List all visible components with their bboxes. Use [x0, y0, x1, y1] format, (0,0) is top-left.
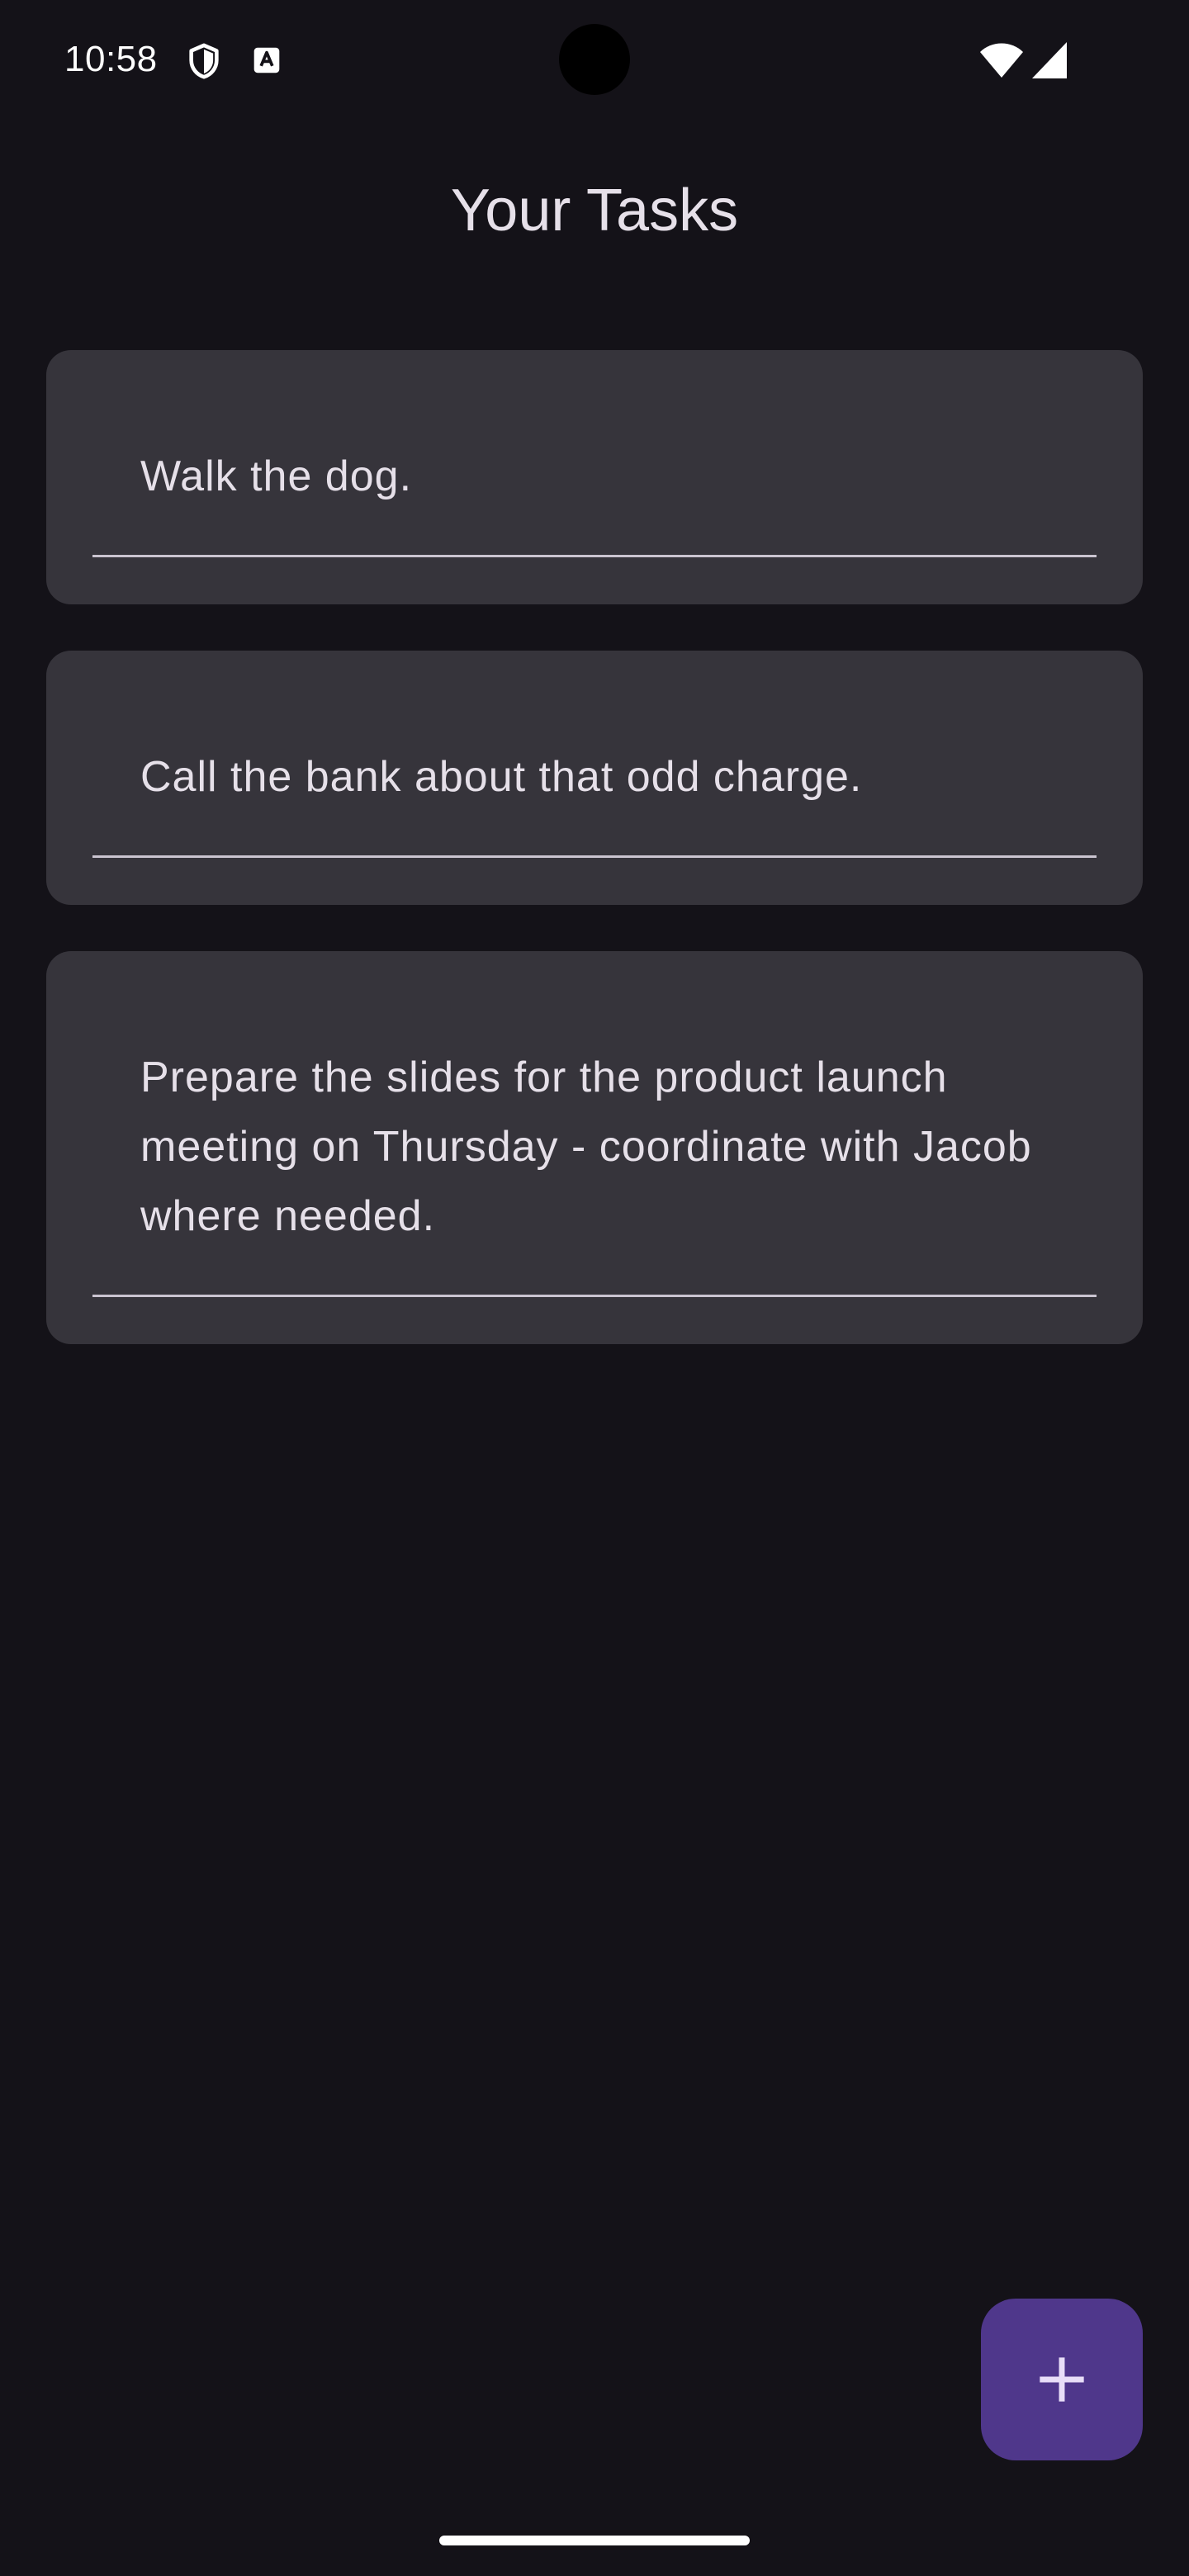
- plus-icon: [1040, 2357, 1084, 2402]
- camera-cutout: [559, 24, 630, 95]
- status-time: 10:58: [64, 39, 158, 79]
- task-text-field[interactable]: Call the bank about that odd charge.: [140, 742, 1050, 812]
- task-underline: [92, 855, 1097, 858]
- task-text-field[interactable]: Walk the dog.: [140, 442, 1050, 511]
- shield-icon: [189, 43, 219, 79]
- a-icon: [253, 47, 280, 73]
- home-indicator[interactable]: [439, 2536, 750, 2545]
- signal-icon: [1032, 42, 1067, 78]
- task-text-field[interactable]: Prepare the slides for the product launc…: [140, 1043, 1050, 1251]
- task-underline: [92, 555, 1097, 557]
- add-task-button[interactable]: [981, 2299, 1143, 2460]
- task-underline: [92, 1295, 1097, 1297]
- task-card[interactable]: Prepare the slides for the product launc…: [46, 951, 1143, 1344]
- status-bar: 10:58: [0, 0, 1189, 116]
- page-title: Your Tasks: [450, 178, 739, 244]
- wifi-icon: [980, 43, 1023, 78]
- task-card[interactable]: Call the bank about that odd charge.: [46, 651, 1143, 905]
- task-card[interactable]: Walk the dog.: [46, 350, 1143, 604]
